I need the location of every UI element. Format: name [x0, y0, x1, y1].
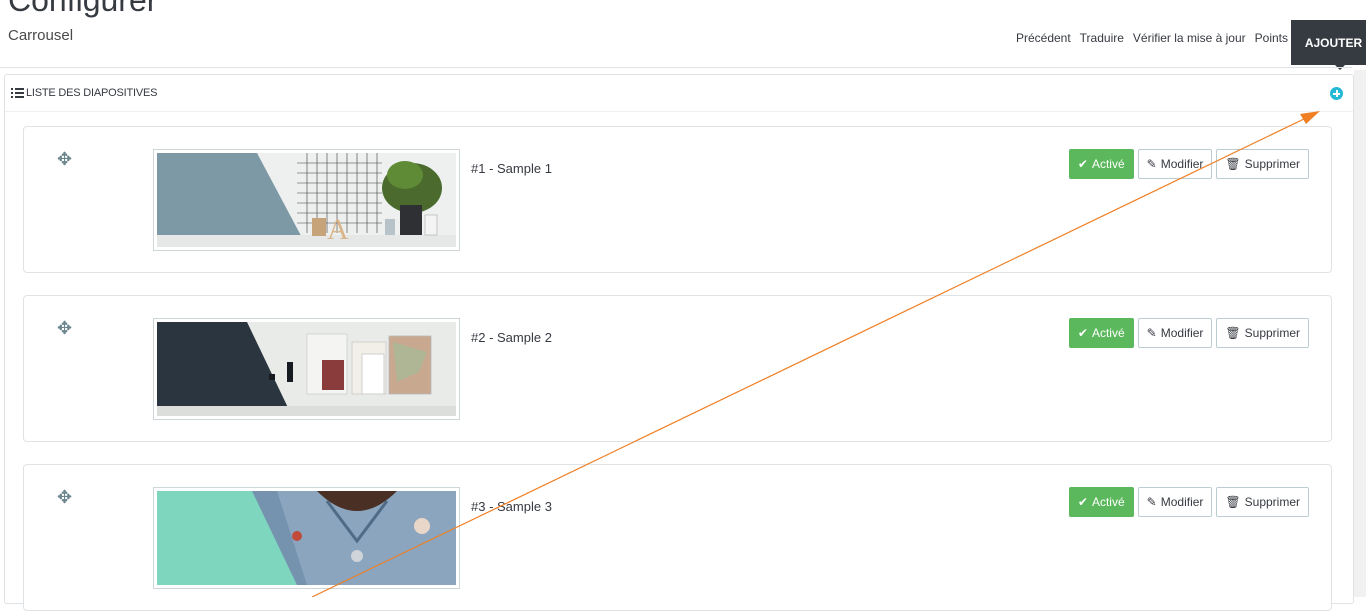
- trash-icon: 🗑: [1225, 157, 1241, 171]
- list-icon: [11, 88, 24, 98]
- move-icon[interactable]: ✥: [57, 150, 72, 168]
- slide-image: A: [157, 153, 456, 247]
- slide-thumbnail: A: [153, 149, 460, 251]
- status-active-button[interactable]: ✔ Activé: [1068, 487, 1134, 517]
- slide-title: #1 - Sample 1: [471, 161, 552, 176]
- edit-button[interactable]: ✎ Modifier: [1137, 149, 1213, 179]
- trash-icon: 🗑: [1225, 495, 1241, 509]
- slide-actions: ✔ Activé ✎ Modifier 🗑 Supprimer: [1068, 318, 1309, 348]
- slide-image: [157, 322, 456, 416]
- delete-button[interactable]: 🗑 Supprimer: [1216, 149, 1309, 179]
- edit-icon: ✎: [1146, 326, 1157, 340]
- add-slide-button[interactable]: [1330, 87, 1343, 100]
- check-icon: ✔: [1077, 326, 1088, 340]
- edit-icon: ✎: [1146, 157, 1157, 171]
- add-tooltip: AJOUTER: [1291, 20, 1366, 65]
- toolbar-check-update-link[interactable]: Vérifier la mise à jour: [1133, 31, 1246, 45]
- delete-button[interactable]: 🗑 Supprimer: [1216, 487, 1309, 517]
- slide-thumbnail: [153, 318, 460, 420]
- page-title: Configurer: [8, 0, 158, 18]
- toolbar-back-link[interactable]: Précédent: [1016, 31, 1071, 45]
- slide-item: ✥ #3 - Sample 3 ✔ Activé ✎ Modifier 🗑 Suppr…: [23, 464, 1332, 611]
- toolbar-hooks-link[interactable]: Points: [1255, 31, 1288, 45]
- status-active-button[interactable]: ✔ Activé: [1068, 318, 1134, 348]
- slide-thumbnail: [153, 487, 460, 589]
- header-divider: [0, 67, 1352, 68]
- edit-button[interactable]: ✎ Modifier: [1137, 318, 1213, 348]
- scrollbar[interactable]: [1354, 70, 1366, 597]
- slide-item: ✥ A #1 - Sample 1 ✔ Activé ✎ Modifier 🗑 …: [23, 126, 1332, 273]
- slide-item: ✥ #2 - Sample 2 ✔ Activé ✎ Modifier 🗑 Suppr…: [23, 295, 1332, 442]
- edit-icon: ✎: [1146, 495, 1157, 509]
- status-active-button[interactable]: ✔ Activé: [1068, 149, 1134, 179]
- panel-heading: LISTE DES DIAPOSITIVES: [5, 75, 1353, 112]
- slide-actions: ✔ Activé ✎ Modifier 🗑 Supprimer: [1068, 149, 1309, 179]
- slide-title: #2 - Sample 2: [471, 330, 552, 345]
- delete-button[interactable]: 🗑 Supprimer: [1216, 318, 1309, 348]
- toolbar-translate-link[interactable]: Traduire: [1080, 31, 1124, 45]
- slide-image: [157, 491, 456, 585]
- move-icon[interactable]: ✥: [57, 488, 72, 506]
- check-icon: ✔: [1077, 495, 1088, 509]
- move-icon[interactable]: ✥: [57, 319, 72, 337]
- panel-heading-label: LISTE DES DIAPOSITIVES: [26, 87, 158, 99]
- slide-actions: ✔ Activé ✎ Modifier 🗑 Supprimer: [1068, 487, 1309, 517]
- slide-title: #3 - Sample 3: [471, 499, 552, 514]
- edit-button[interactable]: ✎ Modifier: [1137, 487, 1213, 517]
- breadcrumb[interactable]: Carrousel: [8, 27, 78, 45]
- svg-text:A: A: [327, 213, 349, 246]
- toolbar: Précédent Traduire Vérifier la mise à jo…: [1016, 31, 1288, 45]
- trash-icon: 🗑: [1225, 326, 1241, 340]
- check-icon: ✔: [1077, 157, 1088, 171]
